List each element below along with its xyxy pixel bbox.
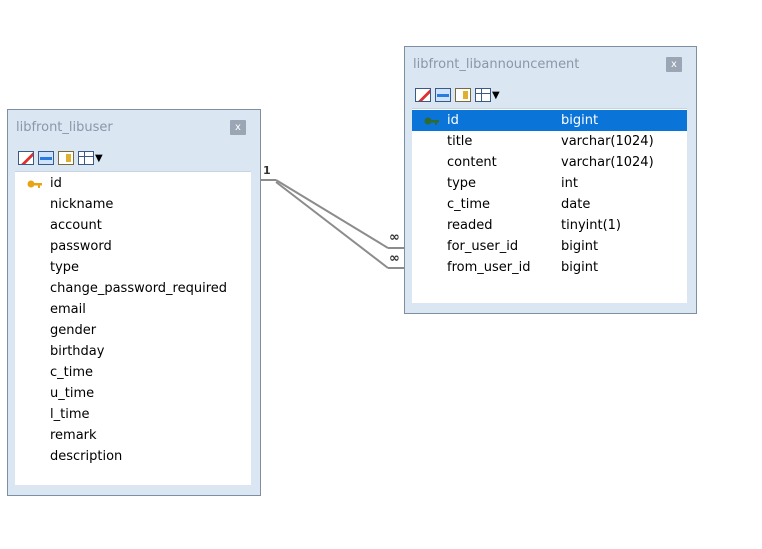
column-type: tinyint(1) (561, 218, 622, 233)
column-name: readed (447, 218, 493, 233)
column-name: title (447, 134, 473, 149)
chevron-down-icon[interactable]: ▼ (492, 90, 500, 101)
edit-table-icon[interactable] (415, 88, 431, 102)
column-row[interactable]: c_time (15, 362, 251, 383)
column-row[interactable]: id (15, 173, 251, 194)
column-name: type (50, 260, 80, 275)
column-row[interactable]: description (15, 446, 251, 467)
column-row[interactable]: account (15, 215, 251, 236)
column-name: for_user_id (447, 239, 519, 254)
column-name: nickname (50, 197, 114, 212)
close-icon[interactable]: x (230, 120, 246, 135)
column-row[interactable]: u_time (15, 383, 251, 404)
grid-view-icon[interactable] (78, 151, 94, 165)
column-row[interactable]: readed tinyint(1) (412, 215, 687, 236)
column-type: date (561, 197, 591, 212)
relation-one-label: 1 (263, 164, 271, 177)
table-toolbar: ▼ (415, 86, 500, 104)
column-name: c_time (50, 365, 94, 380)
column-row[interactable]: for_user_id bigint (412, 236, 687, 257)
column-row[interactable]: password (15, 236, 251, 257)
close-icon[interactable]: x (666, 57, 682, 72)
column-type: int (561, 176, 578, 191)
primary-key-icon (424, 114, 440, 126)
column-name: from_user_id (447, 260, 531, 275)
column-type: bigint (561, 239, 599, 254)
relation-many-label: ∞ (389, 251, 400, 266)
chevron-down-icon[interactable]: ▼ (95, 153, 103, 164)
column-row[interactable]: nickname (15, 194, 251, 215)
column-type: bigint (561, 260, 599, 275)
column-row[interactable]: birthday (15, 341, 251, 362)
table-title: libfront_libannouncement (413, 57, 580, 72)
column-row[interactable]: type int (412, 173, 687, 194)
properties-icon[interactable] (455, 88, 471, 102)
column-name: content (447, 155, 497, 170)
column-row[interactable]: from_user_id bigint (412, 257, 687, 278)
column-type: varchar(1024) (561, 134, 654, 149)
column-name: id (50, 176, 62, 191)
properties-icon[interactable] (58, 151, 74, 165)
primary-key-icon (27, 177, 43, 189)
column-list: id bigint title varchar(1024) content varchar… (412, 108, 687, 303)
relation-many-label: ∞ (389, 230, 400, 245)
column-name: email (50, 302, 86, 317)
table-libuser[interactable]: libfront_libuser x ▼ id nickname account pa… (7, 109, 261, 496)
column-list: id nickname account password type change_pass… (15, 171, 251, 485)
column-row[interactable]: content varchar(1024) (412, 152, 687, 173)
field-list-icon[interactable] (38, 151, 54, 165)
edit-table-icon[interactable] (18, 151, 34, 165)
column-row[interactable]: gender (15, 320, 251, 341)
column-name: remark (50, 428, 97, 443)
column-row[interactable]: l_time (15, 404, 251, 425)
column-name: c_time (447, 197, 491, 212)
column-type: bigint (561, 113, 599, 128)
column-name: type (447, 176, 477, 191)
column-name: change_password_required (50, 281, 228, 296)
column-name: password (50, 239, 112, 254)
column-row[interactable]: title varchar(1024) (412, 131, 687, 152)
column-row[interactable]: email (15, 299, 251, 320)
column-row[interactable]: change_password_required (15, 278, 251, 299)
column-row[interactable]: remark (15, 425, 251, 446)
column-name: u_time (50, 386, 95, 401)
column-row[interactable]: type (15, 257, 251, 278)
grid-view-icon[interactable] (475, 88, 491, 102)
table-toolbar: ▼ (18, 149, 103, 167)
column-name: gender (50, 323, 97, 338)
table-title: libfront_libuser (16, 120, 113, 135)
column-name: id (447, 113, 459, 128)
column-row[interactable]: c_time date (412, 194, 687, 215)
table-libannouncement[interactable]: libfront_libannouncement x ▼ id bigint tit… (404, 46, 697, 314)
column-name: account (50, 218, 102, 233)
column-name: birthday (50, 344, 105, 359)
column-type: varchar(1024) (561, 155, 654, 170)
field-list-icon[interactable] (435, 88, 451, 102)
column-name: l_time (50, 407, 90, 422)
column-name: description (50, 449, 123, 464)
column-row[interactable]: id bigint (412, 110, 687, 131)
